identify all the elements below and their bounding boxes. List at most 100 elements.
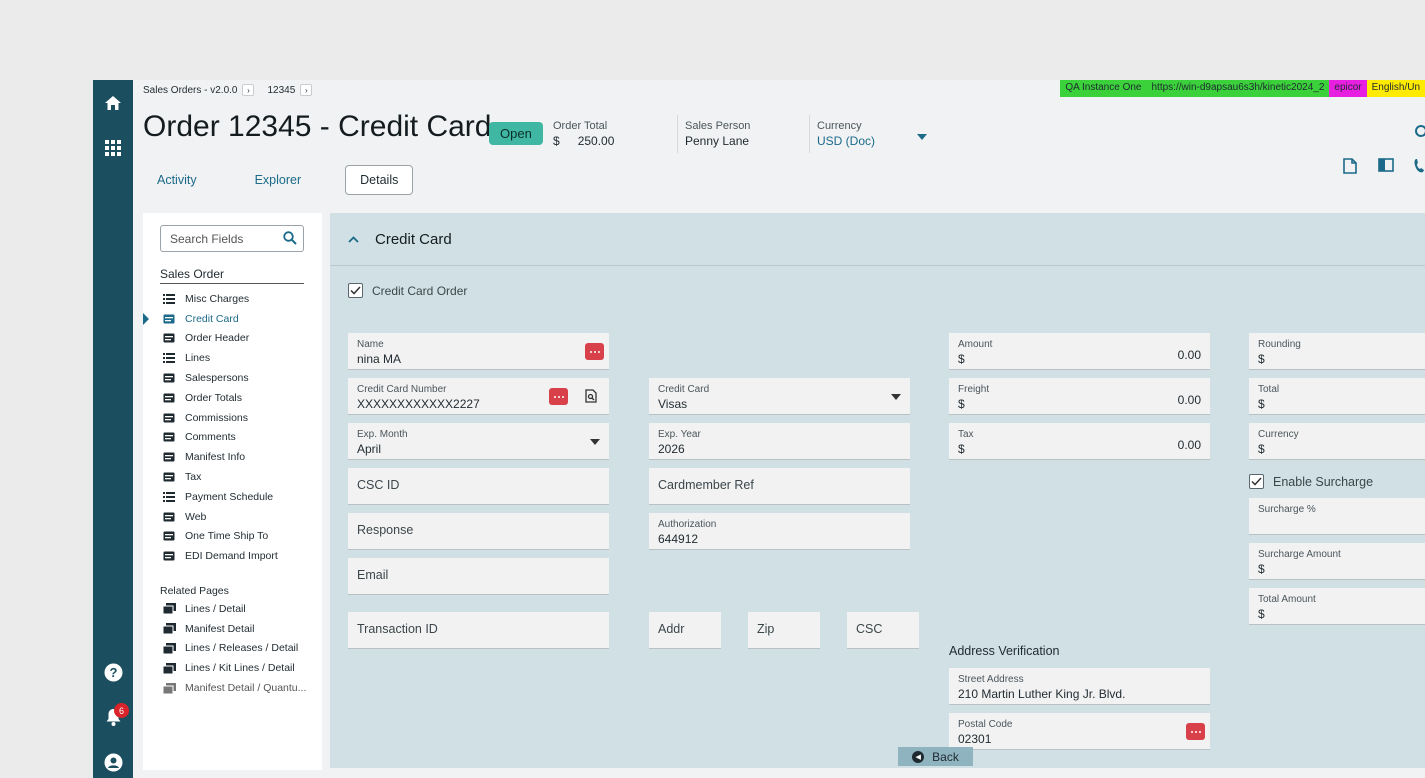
response-field[interactable]: Response	[348, 513, 609, 550]
search-icon[interactable]	[283, 231, 297, 248]
checkbox-checked-icon[interactable]	[1249, 474, 1264, 489]
help-icon[interactable]: ?	[101, 660, 125, 684]
surcharge-percent-field[interactable]: Surcharge %	[1249, 498, 1425, 535]
chevron-right-icon[interactable]: ›	[300, 84, 313, 96]
order-total-value: 250.00	[577, 134, 615, 148]
chevron-down-icon[interactable]	[917, 134, 927, 140]
sidebar-item-tax[interactable]: Tax	[163, 467, 278, 487]
enable-surcharge-label: Enable Surcharge	[1273, 474, 1374, 489]
sidebar-item-order-totals[interactable]: Order Totals	[163, 388, 278, 408]
checkbox-checked-icon[interactable]	[348, 283, 363, 298]
addr-field[interactable]: Addr	[649, 612, 721, 649]
chevron-down-icon[interactable]	[891, 394, 901, 400]
chevron-down-icon[interactable]	[590, 439, 600, 445]
related-page-label: Lines / Kit Lines / Detail	[185, 662, 295, 675]
email-field[interactable]: Email	[348, 558, 609, 595]
street-label: Street Address	[958, 674, 1024, 685]
cardmember-ref-field[interactable]: Cardmember Ref	[649, 468, 910, 505]
order-total-label: Order Total	[553, 120, 608, 132]
card-icon	[163, 531, 176, 541]
panel-icon[interactable]	[1378, 158, 1394, 177]
breadcrumb-record[interactable]: 12345	[267, 85, 295, 96]
surcharge-amount-field[interactable]: Surcharge Amount $	[1249, 543, 1425, 580]
sidebar-item-manifest-info[interactable]: Manifest Info	[163, 447, 278, 467]
related-page-link[interactable]: Lines / Releases / Detail	[163, 639, 306, 659]
apps-grid-icon[interactable]	[101, 136, 125, 160]
exp-month-label: Exp. Month	[357, 429, 408, 440]
credit-card-order-checkbox[interactable]: Credit Card Order	[348, 283, 467, 298]
related-page-link[interactable]: Lines / Kit Lines / Detail	[163, 658, 306, 678]
postal-value: 02301	[958, 732, 992, 746]
currency-field-value: $	[1258, 442, 1265, 456]
phone-icon[interactable]	[1413, 158, 1425, 179]
name-field[interactable]: Name nina MA	[348, 333, 609, 370]
zip-field[interactable]: Zip	[748, 612, 820, 649]
sidebar-section-title: Sales Order	[160, 267, 304, 284]
user-account-icon[interactable]	[101, 750, 125, 774]
sidebar-item-web[interactable]: Web	[163, 507, 278, 527]
related-page-link[interactable]: Manifest Detail	[163, 619, 306, 639]
section-header[interactable]: Credit Card	[330, 213, 1425, 266]
tax-field[interactable]: Tax $ 0.00	[949, 423, 1210, 460]
search-icon[interactable]	[1415, 125, 1425, 137]
credit-card-type-select[interactable]: Credit Card Visas	[649, 378, 910, 415]
total-field[interactable]: Total $	[1249, 378, 1425, 415]
tab-activity[interactable]: Activity	[143, 166, 211, 194]
tab-explorer[interactable]: Explorer	[241, 166, 316, 194]
sidebar-item-one-time-ship-to[interactable]: One Time Ship To	[163, 527, 278, 547]
document-icon[interactable]	[1343, 158, 1357, 179]
back-button[interactable]: ◀ Back	[898, 747, 973, 766]
sidebar-item-commissions[interactable]: Commissions	[163, 408, 278, 428]
exp-year-value: 2026	[658, 442, 685, 456]
amount-field[interactable]: Amount $ 0.00	[949, 333, 1210, 370]
more-options-icon[interactable]	[549, 388, 568, 405]
search-document-icon[interactable]	[584, 389, 598, 403]
freight-field[interactable]: Freight $ 0.00	[949, 378, 1210, 415]
currency-field[interactable]: Currency $	[1249, 423, 1425, 460]
tab-details[interactable]: Details	[345, 165, 414, 195]
exp-year-field[interactable]: Exp. Year 2026	[649, 423, 910, 460]
more-options-icon[interactable]	[1186, 723, 1205, 740]
sidebar-item-lines[interactable]: Lines	[163, 348, 278, 368]
currency-label: Currency	[817, 120, 862, 132]
related-page-link[interactable]: Lines / Detail	[163, 599, 306, 619]
pages-icon	[163, 662, 176, 674]
postal-code-field[interactable]: Postal Code 02301	[949, 713, 1210, 750]
card-icon	[163, 413, 176, 423]
csc-field[interactable]: CSC	[847, 612, 919, 649]
authorization-label: Authorization	[658, 519, 717, 530]
currency-select[interactable]: Currency USD (Doc)	[817, 120, 927, 148]
total-amount-field[interactable]: Total Amount $	[1249, 588, 1425, 625]
chevron-up-icon[interactable]	[348, 230, 359, 248]
enable-surcharge-checkbox[interactable]: Enable Surcharge	[1249, 474, 1373, 489]
authorization-field[interactable]: Authorization 644912	[649, 513, 910, 550]
csc-id-field[interactable]: CSC ID	[348, 468, 609, 505]
transaction-id-field[interactable]: Transaction ID	[348, 612, 609, 649]
section-title: Credit Card	[375, 230, 452, 248]
card-icon	[163, 472, 176, 482]
street-value: 210 Martin Luther King Jr. Blvd.	[958, 687, 1126, 701]
surcharge-pct-label: Surcharge %	[1258, 504, 1316, 515]
sidebar-list: Misc Charges Credit Card Order Header Lines…	[143, 289, 278, 566]
more-options-icon[interactable]	[585, 343, 604, 360]
left-rail: ? 6	[93, 80, 133, 778]
breadcrumb-app[interactable]: Sales Orders - v2.0.0	[143, 85, 237, 96]
sidebar-item-order-header[interactable]: Order Header	[163, 329, 278, 349]
cc-type-label: Credit Card	[658, 384, 710, 395]
related-page-link[interactable]: Manifest Detail / Quantu...	[163, 678, 306, 698]
svg-text:?: ?	[109, 665, 117, 680]
sidebar-item-payment-schedule[interactable]: Payment Schedule	[163, 487, 278, 507]
top-bar: Sales Orders - v2.0.0 › 12345 › QA Insta…	[133, 80, 1425, 100]
sidebar-item-edi-demand-import[interactable]: EDI Demand Import	[163, 546, 278, 566]
exp-month-select[interactable]: Exp. Month April	[348, 423, 609, 460]
sidebar-item-misc-charges[interactable]: Misc Charges	[163, 289, 278, 309]
chevron-right-icon[interactable]: ›	[242, 84, 255, 96]
sidebar-item-salespersons[interactable]: Salespersons	[163, 368, 278, 388]
sidebar-item-credit-card[interactable]: Credit Card	[143, 309, 278, 329]
sidebar-item-comments[interactable]: Comments	[163, 428, 278, 448]
street-address-field[interactable]: Street Address 210 Martin Luther King Jr…	[949, 668, 1210, 705]
search-fields-input[interactable]: Search Fields	[160, 225, 304, 252]
credit-card-number-field[interactable]: Credit Card Number XXXXXXXXXXXX2227	[348, 378, 609, 415]
rounding-field[interactable]: Rounding $	[1249, 333, 1425, 370]
home-icon[interactable]	[101, 91, 125, 115]
